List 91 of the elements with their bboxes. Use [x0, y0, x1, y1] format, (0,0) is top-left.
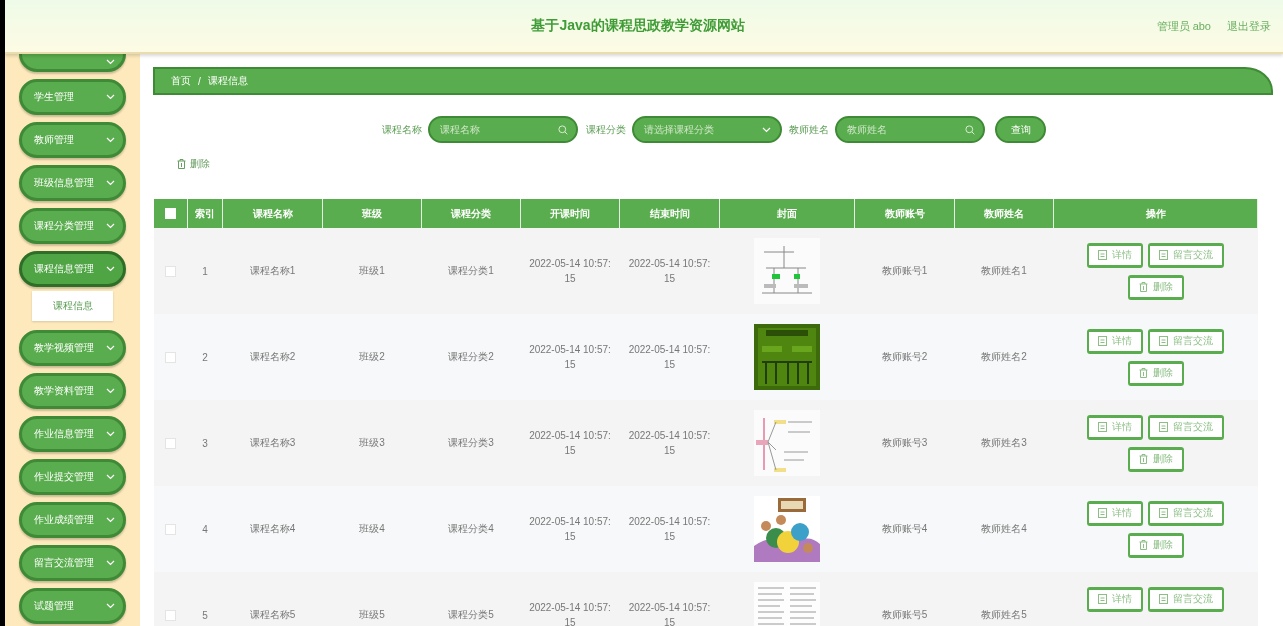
table-cell: 教师姓名4: [981, 523, 1027, 534]
table-cell-text: 2022-05-14 10:57:15: [528, 257, 612, 286]
menu-item[interactable]: 教师管理: [19, 122, 126, 158]
action-button[interactable]: 留言交流: [1148, 242, 1224, 268]
table-cell: 教师账号4: [881, 523, 928, 534]
table-cell: 5: [202, 609, 208, 621]
action-button[interactable]: 留言交流: [1148, 414, 1224, 440]
table-cell-text: 2022-05-14 10:57:15: [627, 257, 712, 286]
table-cell: 1: [202, 265, 208, 277]
table-cell: 班级1: [359, 265, 385, 276]
table-cell: 课程分类5: [448, 609, 494, 620]
action-button[interactable]: 留言交流: [1148, 328, 1224, 354]
table-cell: 课程名称1: [249, 265, 296, 276]
field-label: 课程分类: [586, 122, 626, 137]
breadcrumb-link[interactable]: 课程信息: [207, 74, 248, 88]
table-cell: 课程名称2: [249, 351, 296, 362]
delete-button[interactable]: 删除: [177, 157, 210, 171]
column-header: 操作: [1053, 199, 1258, 228]
menu-item[interactable]: 学生管理: [19, 79, 126, 115]
column-header: 班级: [322, 199, 422, 228]
table-cell-text: 2022-05-14 10:57:15: [627, 515, 712, 544]
table-cell: 班级3: [359, 437, 385, 448]
table-cell: 教师账号1: [881, 265, 928, 276]
table-cell: 课程分类3: [448, 437, 494, 448]
action-button[interactable]: 详情: [1087, 586, 1143, 612]
field-label: 课程名称: [382, 122, 422, 137]
menu-item[interactable]: 留言交流管理: [19, 545, 126, 581]
breadcrumb-separator: /: [198, 75, 201, 87]
table-cell: 课程分类1: [448, 265, 494, 276]
table-cell: 课程分类4: [448, 523, 494, 534]
delete-button[interactable]: 删除: [1127, 532, 1184, 558]
column-header: 课程分类: [421, 199, 521, 228]
delete-button[interactable]: 删除: [1127, 360, 1184, 386]
table-cell: 教师账号3: [881, 437, 928, 448]
column-header: 课程名称: [222, 199, 323, 228]
column-header: 开课时间: [520, 199, 620, 228]
menu-item[interactable]: 教学视频管理: [19, 330, 126, 366]
column-header: 教师账号: [854, 199, 955, 228]
site-title: 基于Java的课程思政教学资源网站: [531, 17, 745, 35]
table-cell-text: 2022-05-14 10:57:15: [627, 601, 712, 626]
table-cell: 教师账号5: [881, 609, 928, 620]
table-cell-text: 2022-05-14 10:57:15: [528, 601, 612, 626]
table-cell: 教师账号2: [881, 351, 928, 362]
table-cell-text: 2022-05-14 10:57:15: [528, 343, 612, 372]
input-field[interactable]: 教师姓名: [835, 116, 985, 143]
menu-item[interactable]: 班级信息管理: [19, 165, 126, 201]
menu-item[interactable]: 作业提交管理: [19, 459, 126, 495]
menu-item[interactable]: 作业成绩管理: [19, 502, 126, 538]
column-header: 索引: [187, 199, 223, 228]
delete-button[interactable]: 删除: [1127, 446, 1184, 472]
action-button[interactable]: 留言交流: [1148, 500, 1224, 526]
menu-item[interactable]: 教学资料管理: [19, 373, 126, 409]
table-cell: 3: [202, 437, 208, 449]
table-cell: 课程名称4: [249, 523, 296, 534]
search-button[interactable]: 查询: [995, 116, 1046, 143]
table-cell: 教师姓名2: [981, 351, 1027, 362]
table-cell: 2: [202, 351, 208, 363]
table-cell-text: 2022-05-14 10:57:15: [627, 343, 712, 372]
column-header: 结束时间: [619, 199, 720, 228]
column-header: 封面: [719, 199, 855, 228]
action-button[interactable]: 详情: [1087, 328, 1143, 354]
table-cell: 课程分类2: [448, 351, 494, 362]
column-header: 教师姓名: [954, 199, 1054, 228]
table-cell: 教师姓名5: [981, 609, 1027, 620]
select-field[interactable]: 请选择课程分类: [632, 116, 782, 143]
table-cell: 4: [202, 523, 208, 535]
input-field[interactable]: 课程名称: [428, 116, 578, 143]
table-cell-text: 2022-05-14 10:57:15: [627, 429, 712, 458]
submenu-item[interactable]: 课程信息: [32, 291, 113, 321]
delete-button[interactable]: 删除: [1127, 274, 1184, 300]
action-button[interactable]: 详情: [1087, 500, 1143, 526]
menu-item[interactable]: 课程信息管理: [19, 251, 126, 287]
menu-item[interactable]: 课程分类管理: [19, 208, 126, 244]
table-cell-text: 2022-05-14 10:57:15: [528, 515, 612, 544]
action-button[interactable]: 详情: [1087, 414, 1143, 440]
logout-link[interactable]: 退出登录: [1227, 18, 1271, 34]
table-cell: 班级4: [359, 523, 385, 534]
table-cell: 班级5: [359, 609, 385, 620]
user-name: 管理员 abo: [1156, 18, 1211, 34]
field-label: 教师姓名: [789, 122, 829, 137]
table-cell: 课程名称3: [249, 437, 296, 448]
table-cell: 教师姓名1: [981, 265, 1027, 276]
menu-item[interactable]: 作业信息管理: [19, 416, 126, 452]
action-button[interactable]: 详情: [1087, 242, 1143, 268]
table-cell: 课程名称5: [249, 609, 296, 620]
menu-item[interactable]: 试题管理: [19, 588, 126, 624]
table-cell: 班级2: [359, 351, 385, 362]
table-cell-text: 2022-05-14 10:57:15: [528, 429, 612, 458]
action-button[interactable]: 留言交流: [1148, 586, 1224, 612]
breadcrumb-link[interactable]: 首页: [171, 74, 191, 88]
table-cell: 教师姓名3: [981, 437, 1027, 448]
